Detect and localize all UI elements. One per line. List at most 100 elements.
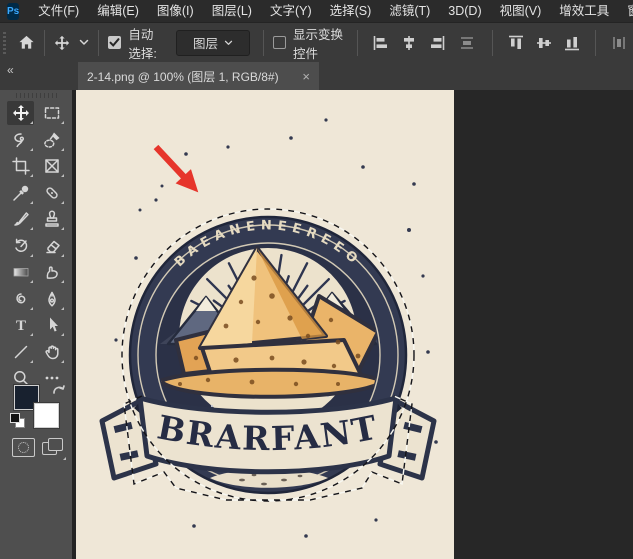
- separator: [492, 29, 493, 56]
- menu-plugins[interactable]: 增效工具: [550, 0, 618, 22]
- document-tab-title: 2-14.png @ 100% (图层 1, RGB/8#): [87, 69, 279, 84]
- swap-colors-icon[interactable]: [52, 383, 66, 401]
- hand-icon: [44, 344, 59, 359]
- menu-view[interactable]: 视图(V): [491, 0, 551, 22]
- align-horizontal-centers-icon: [404, 35, 414, 50]
- frame-icon: [44, 159, 59, 173]
- align-left-edges-button[interactable]: [373, 35, 389, 51]
- distribute-horizontal-centers-button[interactable]: [611, 35, 627, 51]
- tools-panel-grip[interactable]: [16, 93, 58, 98]
- clone-stamp-tool[interactable]: [38, 207, 65, 231]
- move-tool[interactable]: [7, 101, 34, 125]
- type-tool[interactable]: T: [7, 313, 34, 337]
- svg-text:T: T: [15, 318, 25, 334]
- brush-icon: [13, 212, 29, 226]
- separator: [595, 29, 596, 56]
- align-top-edges-icon: [509, 35, 523, 49]
- frame-tool[interactable]: [38, 154, 65, 178]
- document-canvas[interactable]: BAEANENEEREEO BRARFANT: [76, 90, 454, 559]
- blur-tool[interactable]: [7, 287, 34, 311]
- pen-tool[interactable]: [38, 287, 65, 311]
- document-tab[interactable]: 2-14.png @ 100% (图层 1, RGB/8#) ×: [78, 62, 319, 90]
- canvas-artwork: BAEANENEEREEO BRARFANT: [99, 118, 438, 538]
- home-icon: [19, 35, 34, 49]
- hand-tool[interactable]: [38, 340, 65, 364]
- menu-window[interactable]: 窗口(W): [618, 0, 633, 22]
- line-icon: [14, 345, 27, 358]
- distribute-horizontal-centers-icon: [613, 36, 625, 49]
- move-tool-preset-button[interactable]: [54, 35, 89, 51]
- pen-icon: [47, 291, 56, 307]
- rectangular-marquee-tool[interactable]: [38, 101, 65, 125]
- align-top-edges-button[interactable]: [508, 35, 524, 51]
- auto-select-checkbox[interactable]: [108, 36, 122, 49]
- eraser-tool[interactable]: [38, 234, 65, 258]
- document-tab-bar: « 2-14.png @ 100% (图层 1, RGB/8#) ×: [0, 62, 633, 90]
- gradient-tool[interactable]: [7, 260, 34, 284]
- separator: [262, 29, 264, 56]
- separator: [98, 29, 100, 56]
- move-tool-icon: [55, 35, 70, 50]
- badge-logo: BAEANENEEREEO BRARFANT: [99, 215, 437, 495]
- tab-close-icon[interactable]: ×: [294, 69, 310, 84]
- align-right-edges-icon: [431, 35, 445, 50]
- banner-ribbon: BRARFANT: [99, 395, 437, 481]
- separator: [357, 29, 358, 56]
- align-bottom-edges-button[interactable]: [564, 35, 580, 51]
- smudge-finger-icon: [46, 266, 58, 279]
- align-vertical-centers-button[interactable]: [536, 35, 552, 51]
- menu-select[interactable]: 选择(S): [321, 0, 381, 22]
- eyedropper-icon: [12, 185, 28, 201]
- distribute-vertical-centers-button[interactable]: [459, 35, 475, 51]
- menu-image[interactable]: 图像(I): [148, 0, 203, 22]
- screen-mode-button[interactable]: [42, 438, 66, 460]
- type-icon: T: [15, 318, 25, 334]
- menu-filter[interactable]: 滤镜(T): [380, 0, 439, 22]
- auto-select-layer-dropdown[interactable]: 图层: [175, 29, 250, 56]
- collapse-panels-icon[interactable]: «: [7, 63, 14, 77]
- object-selection-tool[interactable]: [38, 128, 65, 152]
- menu-file[interactable]: 文件(F): [29, 0, 88, 22]
- lasso-tool[interactable]: [7, 128, 34, 152]
- chevron-down-icon: [80, 39, 89, 45]
- history-brush-tool[interactable]: [7, 234, 34, 258]
- line-tool[interactable]: [7, 340, 34, 364]
- tool-options-bar: 自动选择: 图层 显示变换控件: [0, 22, 633, 63]
- align-right-edges-button[interactable]: [429, 35, 445, 51]
- spot-healing-brush-tool[interactable]: [38, 181, 65, 205]
- gradient-icon: [13, 268, 28, 277]
- lasso-icon: [13, 132, 24, 147]
- path-selection-tool[interactable]: [38, 313, 65, 337]
- blur-scribble-icon: [15, 292, 25, 303]
- smudge-tool[interactable]: [38, 260, 65, 284]
- pasteboard[interactable]: [454, 90, 633, 559]
- background-color-swatch[interactable]: [34, 403, 59, 428]
- eyedropper-tool[interactable]: [7, 181, 34, 205]
- show-transform-controls-checkbox[interactable]: [272, 36, 286, 49]
- healing-brush-icon: [45, 186, 58, 199]
- align-left-edges-icon: [373, 35, 387, 50]
- menu-layer[interactable]: 图层(L): [203, 0, 261, 22]
- home-button[interactable]: [18, 34, 35, 51]
- clone-stamp-icon: [44, 210, 59, 227]
- crop-icon: [11, 157, 30, 175]
- align-horizontal-centers-button[interactable]: [401, 35, 417, 51]
- separator: [44, 29, 46, 56]
- default-colors-icon[interactable]: [10, 413, 25, 428]
- eraser-icon: [45, 240, 60, 253]
- options-bar-grip[interactable]: [3, 31, 7, 54]
- menu-edit[interactable]: 编辑(E): [88, 0, 148, 22]
- auto-select-label: 自动选择:: [128, 27, 157, 61]
- quick-mask-mode-button[interactable]: [12, 438, 35, 457]
- brush-tool[interactable]: [7, 207, 34, 231]
- object-selection-icon: [43, 132, 59, 148]
- rectangular-marquee-icon: [44, 107, 59, 119]
- show-transform-controls-label: 显示变换控件: [292, 27, 343, 61]
- photoshop-logo-icon[interactable]: Ps: [7, 2, 20, 20]
- photoshop-window: Ps 文件(F) 编辑(E) 图像(I) 图层(L) 文字(Y) 选择(S) 滤…: [0, 0, 633, 559]
- move-tool-icon: [12, 105, 29, 121]
- menu-3d[interactable]: 3D(D): [439, 0, 490, 22]
- crop-tool[interactable]: [7, 154, 34, 178]
- history-brush-icon: [14, 238, 27, 252]
- menu-type[interactable]: 文字(Y): [261, 0, 321, 22]
